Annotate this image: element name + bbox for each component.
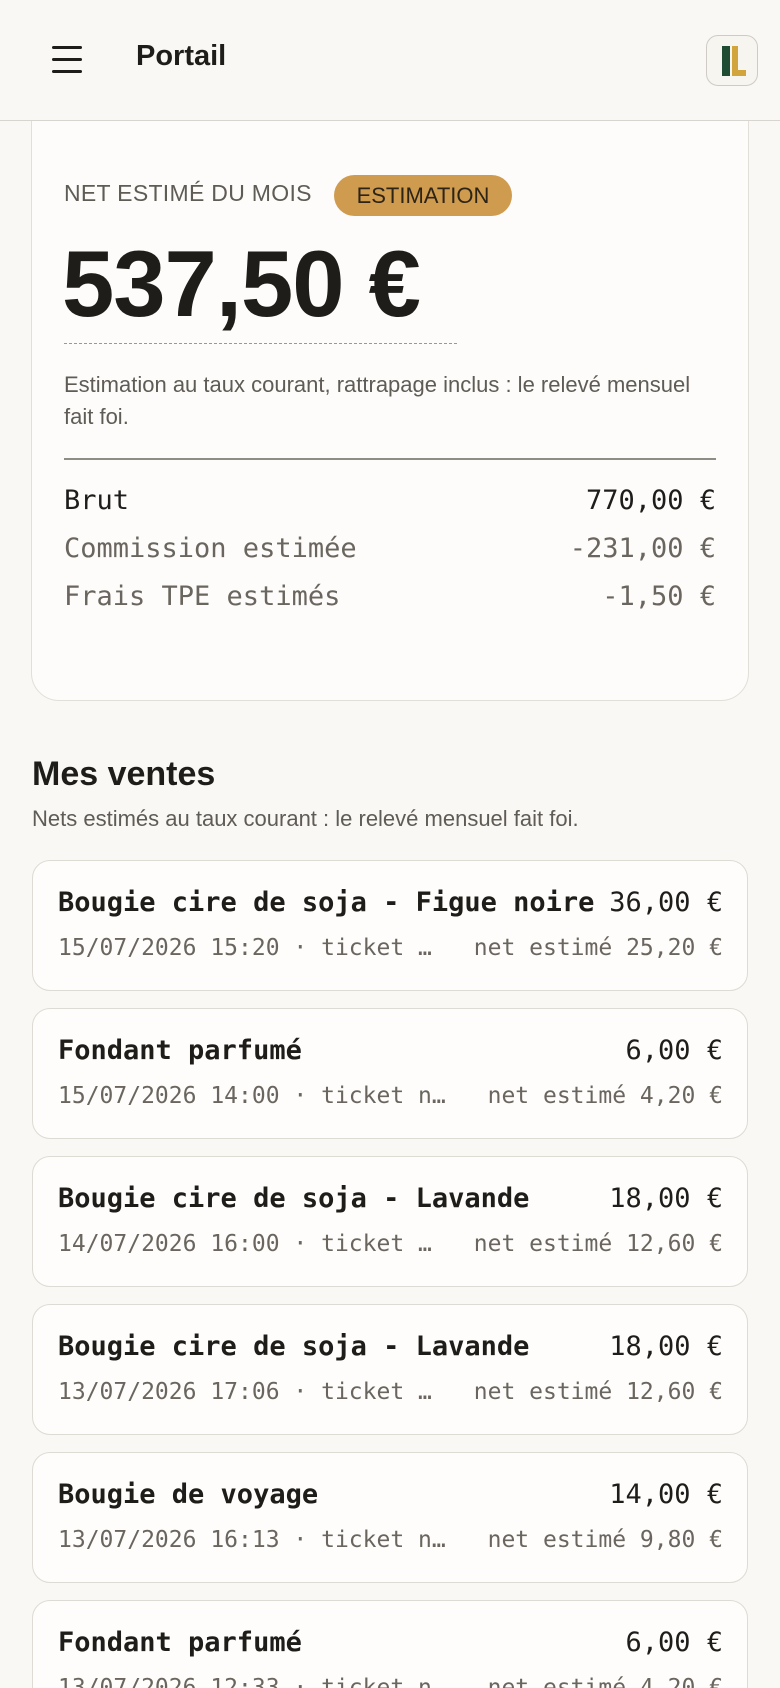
estimation-badge: ESTIMATION	[334, 175, 512, 216]
net-estimate-amount[interactable]: 537,50 €	[62, 232, 421, 336]
sale-date-ticket: 14/07/2026 16:00 · ticket …	[58, 1231, 432, 1257]
net-estimate-label: NET ESTIMÉ DU MOIS	[64, 180, 312, 206]
breakdown-value: -1,50 €	[602, 581, 716, 612]
sale-amount: 18,00 €	[609, 1331, 723, 1362]
page-title: Portail	[136, 40, 227, 72]
breakdown-label: Frais TPE estimés	[64, 581, 341, 612]
sale-product-name: Bougie cire de soja - Lavande	[58, 1183, 530, 1214]
sale-item[interactable]: Fondant parfumé 6,00 € 15/07/2026 14:00 …	[32, 1008, 748, 1139]
sale-product-name: Bougie cire de soja - Lavande	[58, 1331, 530, 1362]
sale-date-ticket: 15/07/2026 14:00 · ticket n…	[58, 1083, 446, 1109]
sale-amount: 6,00 €	[625, 1035, 723, 1066]
sale-item[interactable]: Bougie cire de soja - Lavande 18,00 € 14…	[32, 1156, 748, 1287]
breakdown-row-commission: Commission estimée -231,00 €	[64, 533, 716, 573]
sale-product-name: Bougie de voyage	[58, 1479, 319, 1510]
sale-amount: 18,00 €	[609, 1183, 723, 1214]
sale-net-estimate: net estimé 4,20 €	[487, 1083, 723, 1109]
sale-product-name: Fondant parfumé	[58, 1627, 302, 1658]
sale-date-ticket: 13/07/2026 17:06 · ticket …	[58, 1379, 432, 1405]
breakdown-value: 770,00 €	[585, 485, 716, 516]
breakdown-row-tpe-fees: Frais TPE estimés -1,50 €	[64, 581, 716, 621]
breakdown-row-gross: Brut 770,00 €	[64, 485, 716, 525]
summary-divider	[64, 458, 716, 460]
top-app-bar: Portail	[0, 0, 780, 121]
sale-date-ticket: 15/07/2026 15:20 · ticket …	[58, 935, 432, 961]
sale-net-estimate: net estimé 9,80 €	[487, 1527, 723, 1553]
sale-item[interactable]: Bougie cire de soja - Figue noire 36,00 …	[32, 860, 748, 991]
breakdown-value: -231,00 €	[569, 533, 716, 564]
sale-net-estimate: net estimé 12,60 €	[473, 1231, 723, 1257]
sale-item[interactable]: Fondant parfumé 6,00 € 13/07/2026 12:33 …	[32, 1600, 748, 1688]
sale-date-ticket: 13/07/2026 16:13 · ticket n…	[58, 1527, 446, 1553]
sale-product-name: Fondant parfumé	[58, 1035, 302, 1066]
sale-product-name: Bougie cire de soja - Figue noire	[58, 887, 595, 918]
sales-section-subtitle: Nets estimés au taux courant : le relevé…	[32, 806, 579, 831]
sale-amount: 6,00 €	[625, 1627, 723, 1658]
sales-section-title: Mes ventes	[32, 755, 216, 793]
breakdown-label: Brut	[64, 485, 130, 516]
sale-net-estimate: net estimé 12,60 €	[473, 1379, 723, 1405]
breakdown-label: Commission estimée	[64, 533, 357, 564]
sale-net-estimate: net estimé 25,20 €	[473, 935, 723, 961]
hamburger-menu-icon[interactable]	[50, 44, 86, 74]
estimate-note: Estimation au taux courant, rattrapage i…	[64, 372, 691, 429]
sale-item[interactable]: Bougie de voyage 14,00 € 13/07/2026 16:1…	[32, 1452, 748, 1583]
sale-amount: 36,00 €	[609, 887, 723, 918]
sale-item[interactable]: Bougie cire de soja - Lavande 18,00 € 13…	[32, 1304, 748, 1435]
amount-dashed-underline	[64, 343, 457, 344]
brand-logo-icon[interactable]	[706, 35, 758, 86]
sale-amount: 14,00 €	[609, 1479, 723, 1510]
sale-date-ticket: 13/07/2026 12:33 · ticket n…	[58, 1675, 446, 1688]
sale-net-estimate: net estimé 4,20 €	[487, 1675, 723, 1688]
